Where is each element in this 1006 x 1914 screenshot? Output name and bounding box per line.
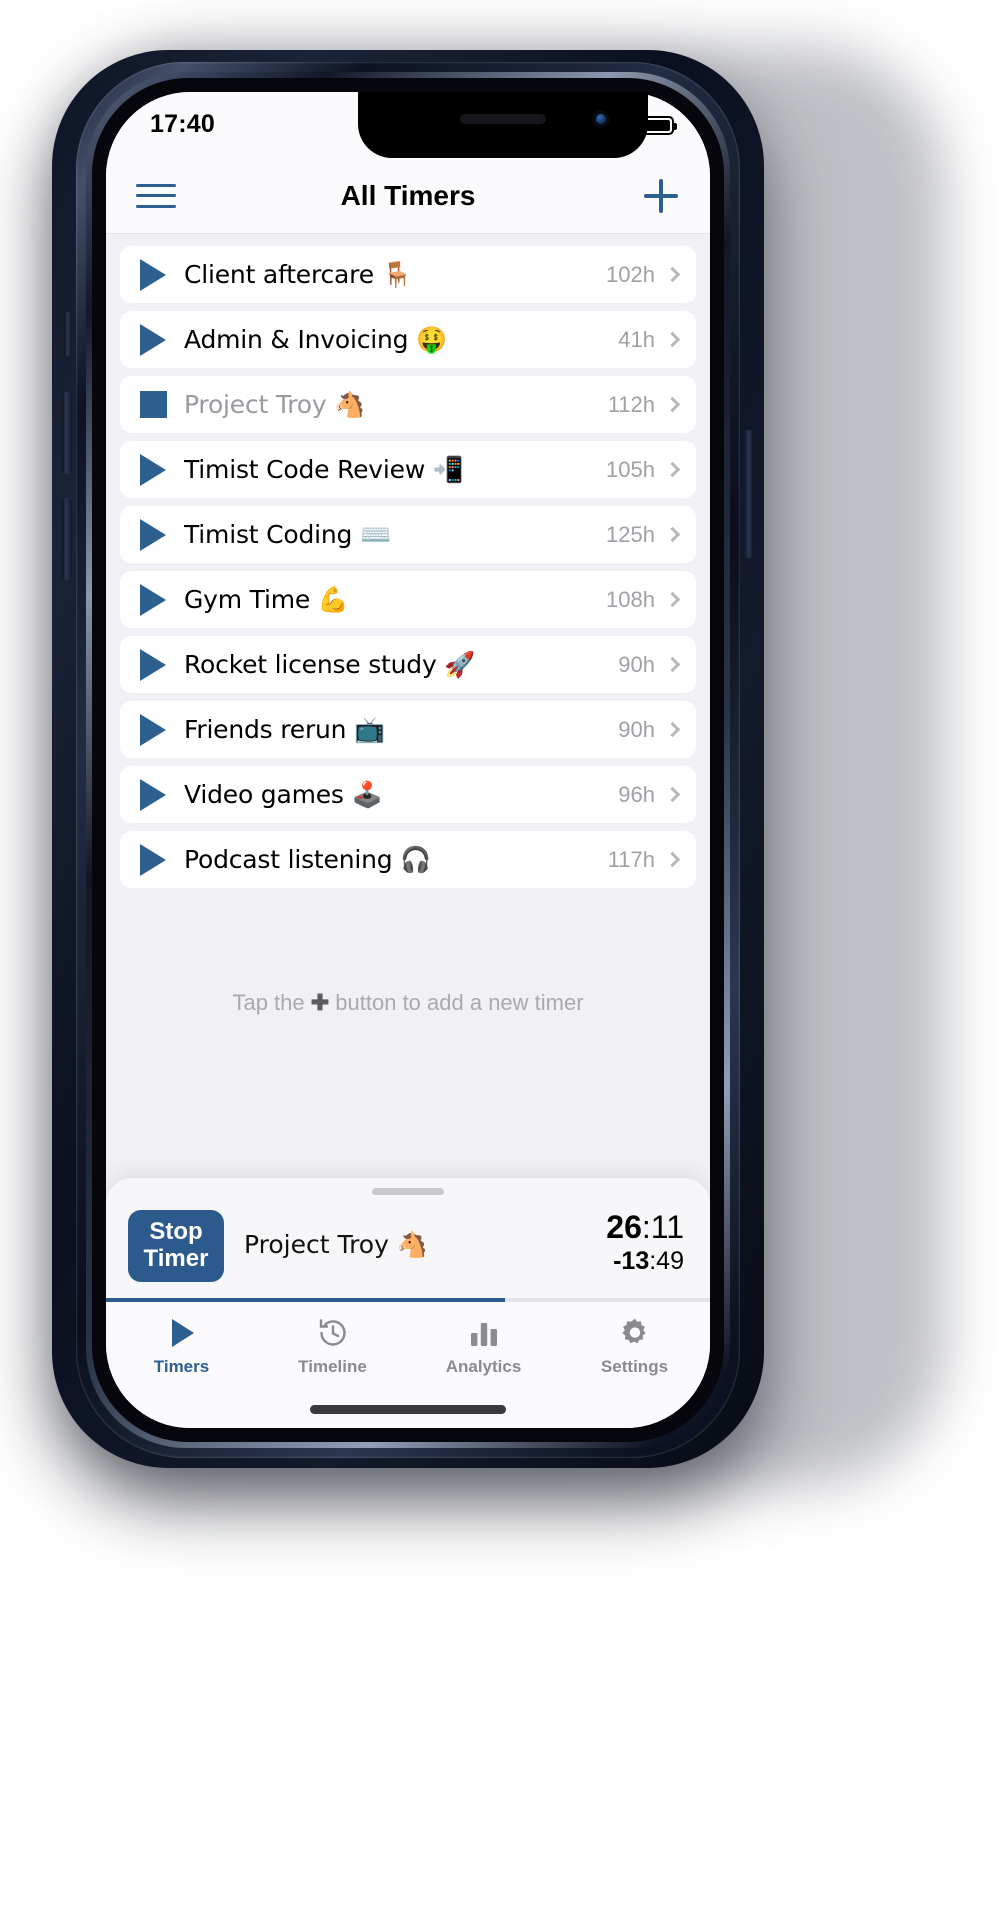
table-row[interactable]: Podcast listening 🎧 117h — [120, 831, 696, 888]
hamburger-menu-icon[interactable] — [136, 183, 176, 208]
page-title: All Timers — [340, 179, 476, 211]
chevron-right-icon[interactable] — [664, 461, 681, 478]
timer-duration: 102h — [606, 261, 655, 287]
play-triangle-icon — [165, 1316, 199, 1350]
volume-up-button[interactable] — [62, 392, 72, 474]
timer-name: Friends rerun 📺 — [184, 714, 386, 744]
bar-chart-icon — [467, 1316, 501, 1350]
home-indicator[interactable] — [310, 1405, 506, 1414]
stop-timer-label-line1: Stop — [149, 1218, 203, 1246]
tab-timers[interactable]: Timers — [106, 1302, 257, 1428]
clock-history-icon — [316, 1316, 350, 1350]
tab-settings-label: Settings — [600, 1357, 669, 1376]
timer-duration: 125h — [606, 521, 655, 547]
chevron-right-icon[interactable] — [664, 851, 681, 868]
play-triangle-icon[interactable] — [140, 453, 184, 486]
stop-timer-button[interactable]: Stop Timer — [128, 1210, 224, 1282]
timer-duration: 105h — [606, 456, 655, 482]
play-triangle-icon[interactable] — [140, 713, 184, 746]
phone-screen: 17:40 All Timers Client aftercare 🪑 102h… — [106, 92, 710, 1428]
tab-timeline-label: Timeline — [298, 1357, 367, 1376]
timer-name: Video games 🕹️ — [184, 779, 383, 809]
table-row[interactable]: Timist Coding ⌨️ 125h — [120, 506, 696, 563]
timer-duration: 90h — [618, 716, 655, 742]
table-row[interactable]: Gym Time 💪 108h — [120, 571, 696, 628]
play-triangle-icon[interactable] — [140, 648, 184, 681]
gear-icon — [618, 1316, 652, 1350]
play-triangle-icon[interactable] — [140, 518, 184, 551]
hint-suffix: button to add a new timer — [329, 990, 584, 1015]
chevron-right-icon[interactable] — [664, 786, 681, 803]
play-triangle-icon[interactable] — [140, 778, 184, 811]
chevron-right-icon[interactable] — [664, 721, 681, 738]
stop-square-icon[interactable] — [140, 391, 184, 418]
earpiece-speaker — [460, 114, 546, 124]
timer-name: Client aftercare 🪑 — [184, 259, 413, 289]
power-button[interactable] — [744, 430, 754, 558]
chevron-right-icon[interactable] — [664, 266, 681, 283]
timer-name: Admin & Invoicing 🤑 — [184, 324, 447, 354]
tab-timers-label: Timers — [153, 1357, 210, 1376]
table-row[interactable]: Admin & Invoicing 🤑 41h — [120, 311, 696, 368]
elapsed-minor: :11 — [641, 1209, 684, 1245]
timer-name: Gym Time 💪 — [184, 584, 349, 614]
table-row[interactable]: Video games 🕹️ 96h — [120, 766, 696, 823]
mute-switch[interactable] — [64, 312, 72, 356]
status-bar-clock: 17:40 — [150, 110, 215, 138]
phone-notch — [358, 92, 648, 158]
timer-name: Timist Code Review 📲 — [184, 454, 464, 484]
remaining-time: -13:49 — [606, 1247, 684, 1276]
hint-prefix: Tap the — [232, 990, 311, 1015]
play-triangle-icon[interactable] — [140, 843, 184, 876]
table-row[interactable]: Project Troy 🐴 112h — [120, 376, 696, 433]
remaining-major: -13 — [613, 1247, 650, 1276]
play-triangle-icon[interactable] — [140, 258, 184, 291]
table-row[interactable]: Timist Code Review 📲 105h — [120, 441, 696, 498]
volume-down-button[interactable] — [62, 498, 72, 580]
screenshot-root: 17:40 All Timers Client aftercare 🪑 102h… — [0, 0, 1006, 1914]
play-triangle-icon[interactable] — [140, 323, 184, 356]
nav-bar: All Timers — [106, 158, 710, 234]
running-timer-clocks: 26:11 -13:49 — [606, 1209, 684, 1276]
table-row[interactable]: Rocket license study 🚀 90h — [120, 636, 696, 693]
table-row[interactable]: Friends rerun 📺 90h — [120, 701, 696, 758]
tab-bar: Timers Timeline Analytics Settings — [106, 1302, 710, 1428]
play-triangle-icon[interactable] — [140, 583, 184, 616]
chevron-right-icon[interactable] — [664, 396, 681, 413]
chevron-right-icon[interactable] — [664, 331, 681, 348]
timer-duration: 41h — [618, 326, 655, 352]
front-camera-icon — [592, 110, 610, 128]
timer-duration: 96h — [618, 781, 655, 807]
elapsed-time: 26:11 — [606, 1209, 684, 1245]
timer-duration: 112h — [607, 391, 655, 417]
timer-name: Rocket license study 🚀 — [184, 649, 476, 679]
timer-name: Project Troy 🐴 — [184, 389, 366, 419]
tab-settings[interactable]: Settings — [559, 1302, 710, 1428]
timer-name: Timist Coding ⌨️ — [184, 519, 391, 549]
timer-duration: 117h — [607, 846, 655, 872]
timer-duration: 108h — [606, 586, 655, 612]
timer-duration: 90h — [618, 651, 655, 677]
tab-analytics-label: Analytics — [445, 1357, 522, 1376]
remaining-minor: :49 — [649, 1247, 684, 1276]
hint-plus-icon: ✚ — [310, 990, 330, 1015]
plus-icon[interactable] — [644, 178, 678, 213]
table-row[interactable]: Client aftercare 🪑 102h — [120, 246, 696, 303]
running-timer-name: Project Troy 🐴 — [244, 1230, 428, 1259]
running-timer-bar[interactable]: Stop Timer Project Troy 🐴 26:11 -13:49 — [106, 1178, 710, 1302]
stop-timer-label-line2: Timer — [143, 1245, 209, 1272]
chevron-right-icon[interactable] — [664, 526, 681, 543]
timer-name: Podcast listening 🎧 — [184, 844, 432, 874]
chevron-right-icon[interactable] — [664, 656, 681, 673]
empty-state-hint: Tap the ✚ button to add a new timer — [106, 990, 710, 1016]
elapsed-major: 26 — [606, 1209, 642, 1245]
drag-handle[interactable] — [372, 1188, 444, 1195]
chevron-right-icon[interactable] — [664, 591, 681, 608]
